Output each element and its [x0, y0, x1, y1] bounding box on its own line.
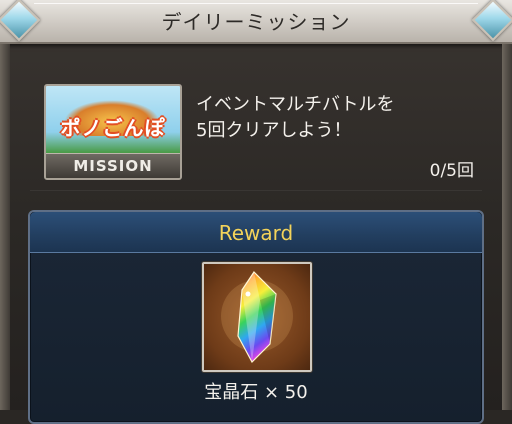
frame-rail [0, 44, 10, 410]
page-title: デイリーミッション [161, 10, 351, 34]
reward-title: Reward [218, 221, 294, 245]
banner-logo: ポノごんぽ [60, 116, 166, 140]
mission-banner: ポノごんぽ MISSION [44, 84, 182, 180]
divider [30, 190, 482, 191]
mission-progress: 0/5回 [429, 161, 474, 181]
reward-header: Reward [30, 212, 482, 253]
reward-item[interactable] [202, 262, 312, 372]
title-bar: デイリーミッション [0, 0, 512, 44]
banner-mission-label: MISSION [73, 157, 153, 175]
dialog-frame: デイリーミッション ポノごんぽ MISSION イベントマルチバトルを 5回クリ… [0, 0, 512, 424]
mission-description: イベントマルチバトルを 5回クリアしよう！ [196, 94, 395, 141]
frame-rail [502, 44, 512, 410]
reward-item-label: 宝晶石 × 50 [204, 382, 308, 403]
crystal-icon [221, 271, 293, 363]
